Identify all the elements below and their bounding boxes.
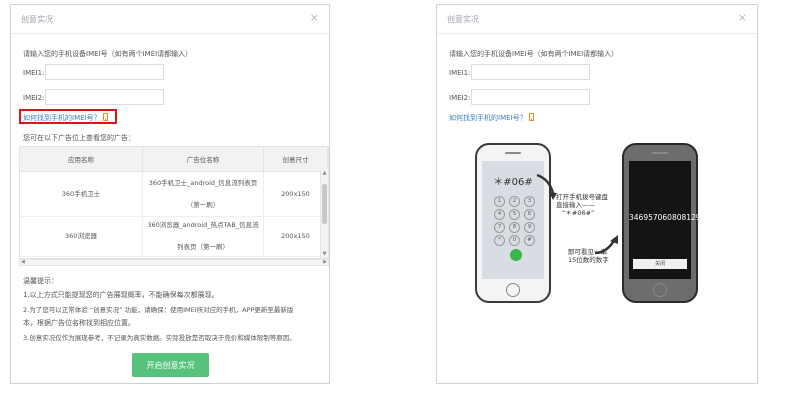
slot-line2: 列表页（第一刷） <box>177 243 229 251</box>
phone-screen: 346957060808129 关闭 <box>629 161 701 279</box>
col-app-name: 应用名称 <box>20 147 143 172</box>
dialog-header: 创意实况 × <box>11 5 329 34</box>
slot-line2: （第一刷） <box>186 200 220 209</box>
annot1-line3: “＊#06#” <box>562 209 595 217</box>
view-ads-text: 您可在以下广告位上查看您的广告： <box>23 134 135 142</box>
imei2-label: IMEI2: <box>23 94 45 102</box>
find-imei-link-text[interactable]: 如何找到手机的IMEI号？ <box>449 114 527 122</box>
annot2-line2: 15位数的数字 <box>568 256 609 264</box>
keypad-key: 0 <box>509 235 520 246</box>
dialog-title: 创意实况 <box>21 15 53 24</box>
cell-app: 360手机卫士 <box>20 171 143 217</box>
dialog-header: 创意实况 × <box>437 5 757 34</box>
highlight-box <box>19 109 117 124</box>
annot1-line1: 打开手机拨号键盘 <box>556 193 608 201</box>
vertical-scrollbar[interactable]: ▲ ▼ <box>320 169 328 258</box>
annot1-line2: 直接输入—— <box>556 201 595 209</box>
cell-app: 360浏览器 <box>20 216 143 257</box>
left-dialog: 创意实况 × 请输入您的手机设备IMEI号（如有两个IMEI请都输入） IMEI… <box>10 4 330 384</box>
keypad-key: 2 <box>509 196 520 207</box>
keypad-key: 4 <box>494 209 505 220</box>
imei-display: 346957060808129 <box>629 213 701 222</box>
tip-line-2b: 本，根据广告位名称找到相应位置。 <box>23 319 135 327</box>
imei2-label: IMEI2: <box>449 94 471 102</box>
imei1-label: IMEI1: <box>449 69 471 77</box>
table-row: 360浏览器 360浏览器_android_热点TAB_信息流 列表页（第一刷） … <box>20 216 328 257</box>
table-row: 360手机卫士 360手机卫士_android_信息流列表页 （第一刷） 200x… <box>20 171 328 217</box>
slot-line1: 360浏览器_android_热点TAB_信息流 <box>147 221 259 229</box>
keypad-key: 1 <box>494 196 505 207</box>
col-slot-name: 广告位名称 <box>142 147 264 172</box>
home-button-icon <box>653 283 667 297</box>
keypad-key: 7 <box>494 222 505 233</box>
close-icon[interactable]: × <box>310 11 319 24</box>
imei-instruction: 请输入您的手机设备IMEI号（如有两个IMEI请都输入） <box>449 50 619 58</box>
imei-instruction: 请输入您的手机设备IMEI号（如有两个IMEI请都输入） <box>23 50 193 58</box>
tip-line-1: 1.以上方式只能提现您的广告展现概率，不能确保每次都展现。 <box>23 291 219 299</box>
col-size: 创意尺寸 <box>263 147 328 172</box>
slot-line1: 360手机卫士_android_信息流列表页 <box>148 178 258 187</box>
scroll-down-icon[interactable]: ▼ <box>321 251 328 257</box>
tips-title: 温馨提示： <box>23 277 58 285</box>
start-preview-button[interactable]: 开启创意实况 <box>132 353 209 377</box>
annot2-line1: 即可看见一串 <box>568 248 607 256</box>
home-button-icon <box>506 283 520 297</box>
imei1-label: IMEI1: <box>23 69 45 77</box>
cell-slot: 360手机卫士_android_信息流列表页 （第一刷） <box>142 171 264 217</box>
scroll-thumb[interactable] <box>322 184 327 224</box>
find-imei-link[interactable]: 如何找到手机的IMEI号？ <box>449 113 534 123</box>
tip-line-3: 3.创意实况仅作为展现参考，不记录为真实数据。实际投放是否取决于竞价和媒体限制等… <box>23 334 296 342</box>
imei1-input[interactable] <box>45 64 164 80</box>
speaker <box>652 152 668 154</box>
cell-size: 200x150 <box>263 216 328 257</box>
right-dialog: 创意实况 × 请输入您的手机设备IMEI号（如有两个IMEI请都输入） IMEI… <box>436 4 758 384</box>
horizontal-scrollbar[interactable]: ◀ ▶ <box>19 259 329 266</box>
annotation-dial: 打开手机拨号键盘 直接输入—— “＊#06#” <box>556 193 608 217</box>
imei1-input[interactable] <box>471 64 590 80</box>
phone-icon <box>528 113 534 121</box>
dialog-title: 创意实况 <box>447 15 479 24</box>
keypad-key: 5 <box>509 209 520 220</box>
speaker <box>505 152 521 154</box>
scroll-up-icon[interactable]: ▲ <box>321 170 328 176</box>
cell-slot: 360浏览器_android_热点TAB_信息流 列表页（第一刷） <box>142 216 264 257</box>
cell-size: 200x150 <box>263 171 328 217</box>
call-icon <box>510 249 522 261</box>
imei2-input[interactable] <box>45 89 164 105</box>
keypad-key: 8 <box>509 222 520 233</box>
ad-slot-table: 应用名称 广告位名称 创意尺寸 360手机卫士 360手机卫士_android_… <box>19 146 329 259</box>
close-icon[interactable]: × <box>738 11 747 24</box>
dismiss-bar: 关闭 <box>633 259 687 269</box>
tip-line-2a: 2.为了您可以正常体验 “创意实况” 功能，请确保：使用IMEI所对应的手机，A… <box>23 306 294 314</box>
scroll-left-icon[interactable]: ◀ <box>21 259 25 265</box>
scroll-right-icon[interactable]: ▶ <box>323 259 327 265</box>
annotation-result: 即可看见一串 15位数的数字 <box>568 248 609 264</box>
phone-result-illustration: 346957060808129 关闭 <box>622 143 701 303</box>
keypad-key: * <box>494 235 505 246</box>
imei2-input[interactable] <box>471 89 590 105</box>
